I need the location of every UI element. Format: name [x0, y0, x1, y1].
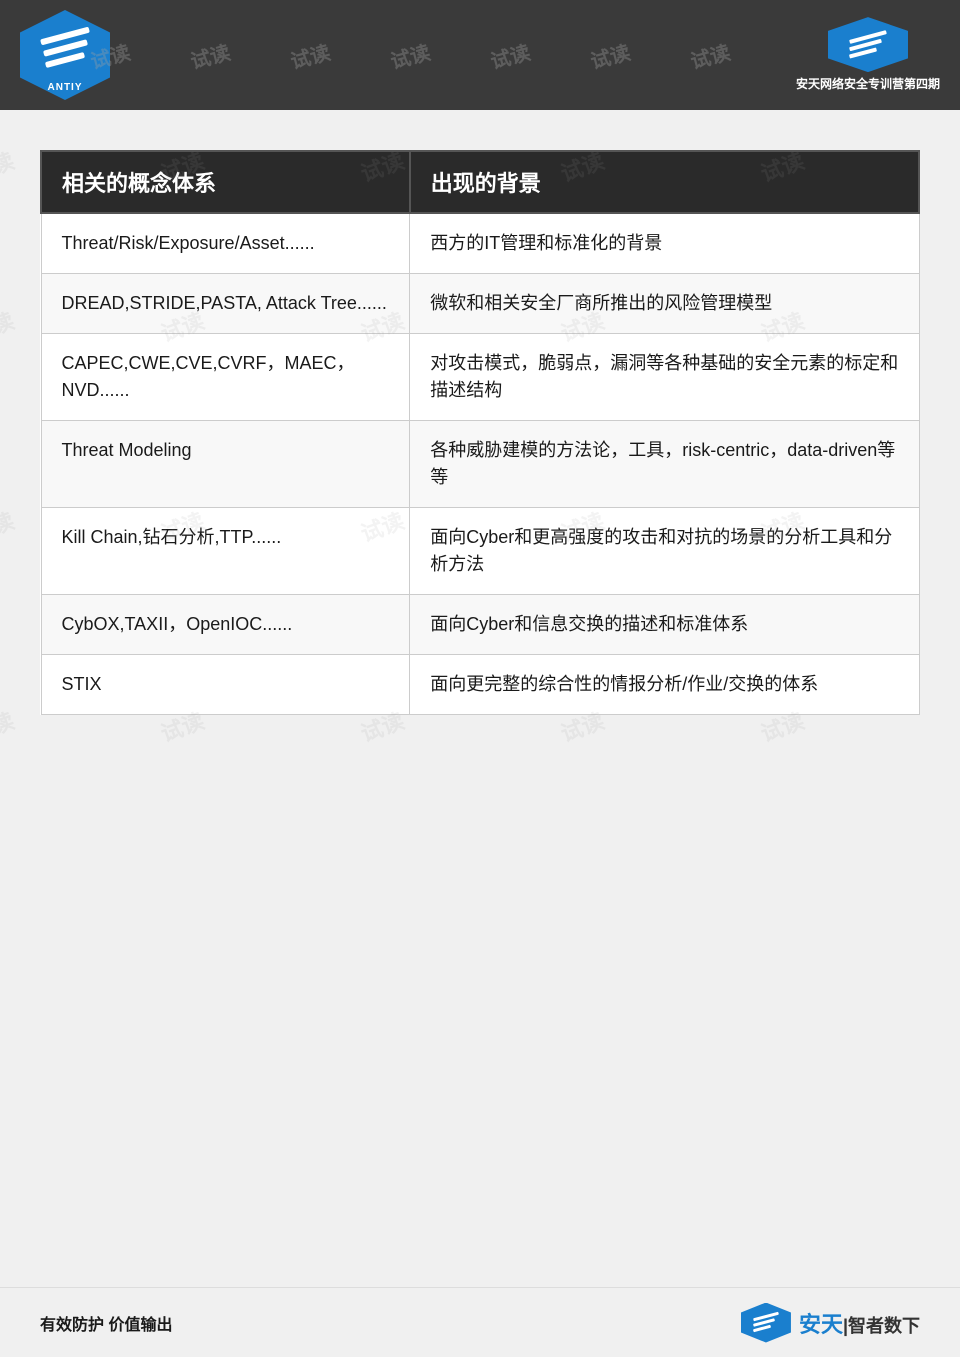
table-cell-background: 微软和相关安全厂商所推出的风险管理模型 [410, 274, 919, 334]
footer: 有效防护 价值输出 安天|智者数下 [0, 1287, 960, 1357]
table-row: STIX面向更完整的综合性的情报分析/作业/交换的体系 [41, 655, 919, 715]
header-right-brand: 安天网络安全专训营第四期 [796, 17, 940, 93]
table-cell-background: 面向更完整的综合性的情报分析/作业/交换的体系 [410, 655, 919, 715]
table-cell-concept: CybOX,TAXII，OpenIOC...... [41, 595, 410, 655]
table-cell-concept: CAPEC,CWE,CVE,CVRF，MAEC，NVD...... [41, 334, 410, 421]
table-row: DREAD,STRIDE,PASTA, Attack Tree......微软和… [41, 274, 919, 334]
antiy-text: ANTIY [48, 82, 83, 93]
table-row: CybOX,TAXII，OpenIOC......面向Cyber和信息交换的描述… [41, 595, 919, 655]
watermark-7: 试读 [687, 36, 733, 74]
right-logo-lines [849, 35, 887, 55]
header-watermarks: 试读 试读 试读 试读 试读 试读 试读 试读 [90, 0, 780, 110]
table-cell-concept: Kill Chain,钻石分析,TTP...... [41, 508, 410, 595]
table-cell-background: 面向Cyber和更高强度的攻击和对抗的场景的分析工具和分析方法 [410, 508, 919, 595]
col2-header: 出现的背景 [410, 151, 919, 213]
table-cell-concept: Threat/Risk/Exposure/Asset...... [41, 213, 410, 274]
watermark-3: 试读 [287, 36, 333, 74]
footer-left-text: 有效防护 价值输出 [40, 1311, 172, 1335]
table-cell-background: 对攻击模式，脆弱点，漏洞等各种基础的安全元素的标定和描述结构 [410, 334, 919, 421]
table-row: Threat Modeling各种威胁建模的方法论，工具，risk-centri… [41, 421, 919, 508]
footer-antiy-cn: 安天 [799, 1312, 843, 1337]
table-cell-background: 面向Cyber和信息交换的描述和标准体系 [410, 595, 919, 655]
watermark-6: 试读 [587, 36, 633, 74]
header: ANTIY 试读 试读 试读 试读 试读 试读 试读 试读 安天网络安全专训营第… [0, 0, 960, 110]
table-row: Threat/Risk/Exposure/Asset......西方的IT管理和… [41, 213, 919, 274]
header-right-logo [828, 17, 908, 72]
table-row: CAPEC,CWE,CVE,CVRF，MAEC，NVD......对攻击模式，脆… [41, 334, 919, 421]
table-cell-background: 西方的IT管理和标准化的背景 [410, 213, 919, 274]
watermark-1: 试读 [90, 36, 133, 74]
watermark-4: 试读 [387, 36, 433, 74]
footer-right: 安天|智者数下 [741, 1303, 920, 1343]
concept-table: 相关的概念体系 出现的背景 Threat/Risk/Exposure/Asset… [40, 150, 920, 715]
brand-subtitle: 安天网络安全专训营第四期 [796, 76, 940, 93]
table-cell-concept: DREAD,STRIDE,PASTA, Attack Tree...... [41, 274, 410, 334]
watermark-2: 试读 [187, 36, 233, 74]
table-cell-background: 各种威胁建模的方法论，工具，risk-centric，data-driven等等 [410, 421, 919, 508]
table-row: Kill Chain,钻石分析,TTP......面向Cyber和更高强度的攻击… [41, 508, 919, 595]
col1-header: 相关的概念体系 [41, 151, 410, 213]
logo-lines [35, 18, 95, 78]
table-cell-concept: STIX [41, 655, 410, 715]
watermark-5: 试读 [487, 36, 533, 74]
main-content: 试读 试读 试读 试读 试读 试读 试读 试读 试读 试读 试读 试读 试读 试… [0, 110, 960, 745]
table-cell-concept: Threat Modeling [41, 421, 410, 508]
footer-brand: 安天|智者数下 [799, 1307, 920, 1339]
footer-logo-icon [741, 1303, 791, 1343]
